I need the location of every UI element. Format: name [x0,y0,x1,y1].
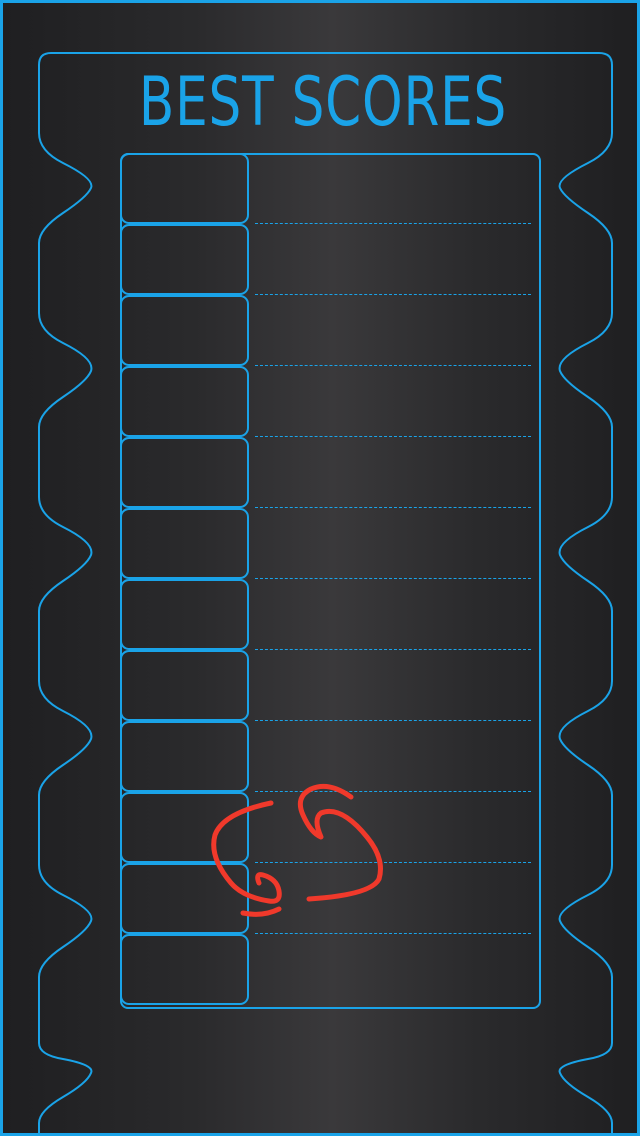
score-row [120,366,541,437]
rank-box [120,295,249,366]
score-value [255,366,531,437]
rank-box [120,650,249,721]
score-row [120,650,541,721]
best-scores-screen: BEST SCORES [0,0,640,1136]
score-row [120,437,541,508]
score-value [255,153,531,224]
score-value [255,934,531,1005]
score-value [255,295,531,366]
score-row [120,508,541,579]
page-title: BEST SCORES [138,63,508,142]
score-value [255,437,531,508]
rank-box [120,224,249,295]
score-value [255,508,531,579]
frame-right-edge [558,132,613,1133]
frame-left-edge [38,132,93,1133]
refresh-button[interactable] [203,775,393,925]
rank-box [120,437,249,508]
score-row [120,295,541,366]
score-value [255,224,531,295]
score-row [120,579,541,650]
rank-box [120,579,249,650]
rank-box [120,934,249,1005]
rank-box [120,153,249,224]
score-value [255,650,531,721]
score-row [120,934,541,1005]
score-value [255,579,531,650]
refresh-icon [211,783,383,917]
rank-box [120,366,249,437]
rank-box [120,508,249,579]
score-row [120,153,541,224]
score-row [120,224,541,295]
